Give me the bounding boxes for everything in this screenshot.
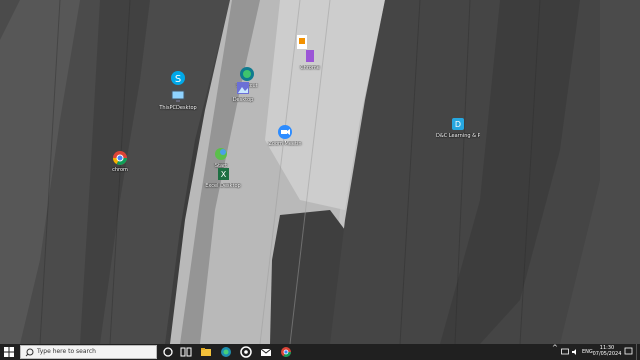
svg-text:X: X: [221, 170, 227, 179]
edge-taskbar-icon[interactable]: [220, 346, 232, 358]
notifications-icon[interactable]: [624, 347, 633, 356]
computer-icon: [171, 90, 185, 102]
desktop-icon-this-pc[interactable]: ThisPCDesktop: [156, 88, 200, 111]
app-icon: [306, 50, 314, 62]
taskbar: Type here to search ^ ENG 11:30 07/05/20…: [0, 344, 640, 360]
excel-icon: X: [218, 168, 229, 180]
settings-app-icon[interactable]: [240, 346, 252, 358]
taskbar-search-box[interactable]: Type here to search: [20, 345, 157, 359]
sync-icon: D: [452, 118, 464, 130]
file-explorer-icon[interactable]: [200, 346, 212, 358]
desktop-icon-sync[interactable]: D D&C Learning & Payment: [436, 116, 480, 139]
windows-start-icon[interactable]: [2, 346, 16, 358]
task-view-icon[interactable]: [180, 346, 192, 358]
mail-icon[interactable]: [260, 346, 272, 358]
show-desktop-button[interactable]: [636, 344, 640, 360]
desktop-icon-zoom[interactable]: Zoom Meetin: [263, 124, 307, 147]
zoom-icon: [278, 125, 292, 139]
chrome-icon: [113, 151, 127, 165]
desktop-icon-chrome[interactable]: chrom: [98, 150, 142, 173]
search-icon: [25, 348, 34, 357]
svg-text:S: S: [175, 74, 181, 85]
cortana-icon[interactable]: [162, 346, 174, 358]
colorful-app-icon: [215, 148, 227, 160]
desktop-icon-skype[interactable]: S: [156, 70, 200, 87]
network-icon[interactable]: [561, 348, 569, 356]
desktop-icon-app[interactable]: Chrome: [288, 48, 332, 71]
skype-icon: S: [171, 71, 185, 85]
photos-icon: [237, 82, 249, 94]
chrome-taskbar-icon[interactable]: [280, 346, 292, 358]
clock-date: 07/05/2024: [592, 351, 622, 357]
desktop-icon-photos[interactable]: Desktop: [221, 80, 265, 103]
tray-overflow-chevron-icon[interactable]: ^: [552, 345, 558, 352]
volume-icon[interactable]: [571, 348, 579, 356]
taskbar-clock[interactable]: 11:30 07/05/2024: [592, 345, 622, 357]
svg-text:D: D: [455, 120, 461, 129]
search-placeholder: Type here to search: [37, 348, 96, 355]
desktop-icon-excel[interactable]: X Excel Desktop: [201, 166, 245, 189]
